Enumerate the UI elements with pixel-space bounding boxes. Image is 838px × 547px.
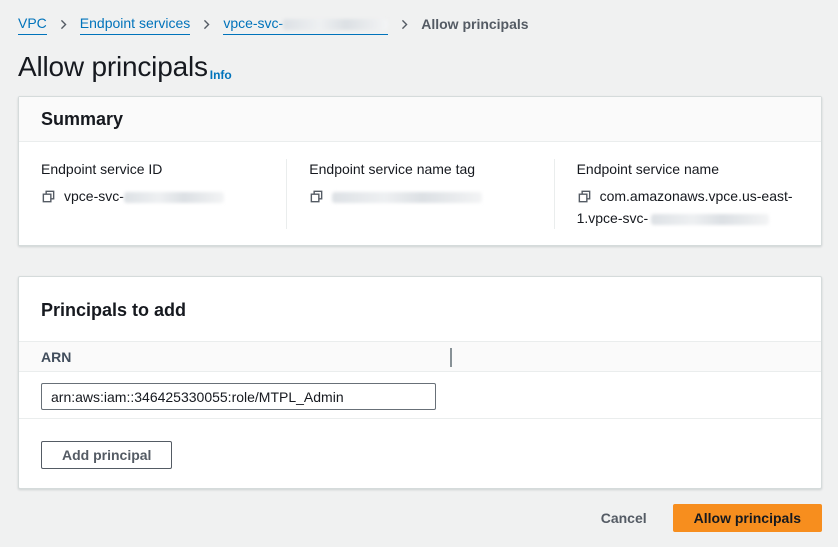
breadcrumb-link-endpoint-service-id[interactable]: vpce-svc- <box>223 13 388 35</box>
summary-card-header: Summary <box>19 97 821 142</box>
principals-title: Principals to add <box>41 299 799 321</box>
breadcrumb-service-id-prefix: vpce-svc- <box>223 15 283 31</box>
breadcrumb-link-vpc[interactable]: VPC <box>18 13 47 35</box>
field-value: com.amazonaws.vpce.us-east-1.vpce-svc- <box>577 185 801 229</box>
cancel-button[interactable]: Cancel <box>601 510 647 526</box>
info-link[interactable]: Info <box>210 68 232 82</box>
summary-card-body: Endpoint service ID vpce-svc- Endpoint s… <box>19 142 821 245</box>
allow-principals-page: VPC Endpoint services vpce-svc- Allow pr… <box>0 13 838 532</box>
field-value-text: vpce-svc- <box>64 188 124 204</box>
arn-input[interactable] <box>41 383 436 410</box>
breadcrumb-link-endpoint-services[interactable]: Endpoint services <box>80 13 191 35</box>
field-endpoint-service-name-tag: Endpoint service name tag <box>286 159 553 229</box>
arn-column-header: ARN <box>41 349 71 365</box>
chevron-right-icon <box>58 19 69 30</box>
page-title: Allow principals <box>18 50 208 84</box>
redacted-text <box>283 19 388 30</box>
breadcrumb: VPC Endpoint services vpce-svc- Allow pr… <box>18 13 822 35</box>
arn-table-header: ARN <box>19 341 821 372</box>
add-principal-button[interactable]: Add principal <box>41 441 172 469</box>
summary-card: Summary Endpoint service ID vpce-svc- En… <box>18 96 822 246</box>
principals-card-header: Principals to add <box>19 277 821 341</box>
field-label: Endpoint service name tag <box>309 159 533 179</box>
field-endpoint-service-id: Endpoint service ID vpce-svc- <box>19 159 286 229</box>
copy-icon[interactable] <box>41 189 56 207</box>
field-value: vpce-svc- <box>41 185 266 207</box>
redacted-text <box>332 192 482 203</box>
form-actions: Cancel Allow principals <box>18 504 822 532</box>
principals-card: Principals to add ARN Add principal <box>18 276 822 489</box>
redacted-text <box>651 214 769 225</box>
field-label: Endpoint service name <box>577 159 801 179</box>
redacted-text <box>124 192 224 203</box>
allow-principals-button[interactable]: Allow principals <box>673 504 822 532</box>
chevron-right-icon <box>201 19 212 30</box>
principals-card-footer: Add principal <box>19 419 821 488</box>
copy-icon[interactable] <box>577 189 592 207</box>
chevron-right-icon <box>399 19 410 30</box>
field-endpoint-service-name: Endpoint service name com.amazonaws.vpce… <box>554 159 821 229</box>
field-value <box>309 185 533 207</box>
arn-input-row <box>19 372 821 419</box>
field-label: Endpoint service ID <box>41 159 266 179</box>
summary-title: Summary <box>41 108 799 130</box>
copy-icon[interactable] <box>309 189 324 207</box>
page-title-row: Allow principals Info <box>18 50 822 84</box>
breadcrumb-current: Allow principals <box>421 14 528 34</box>
column-resize-handle[interactable] <box>450 348 452 367</box>
